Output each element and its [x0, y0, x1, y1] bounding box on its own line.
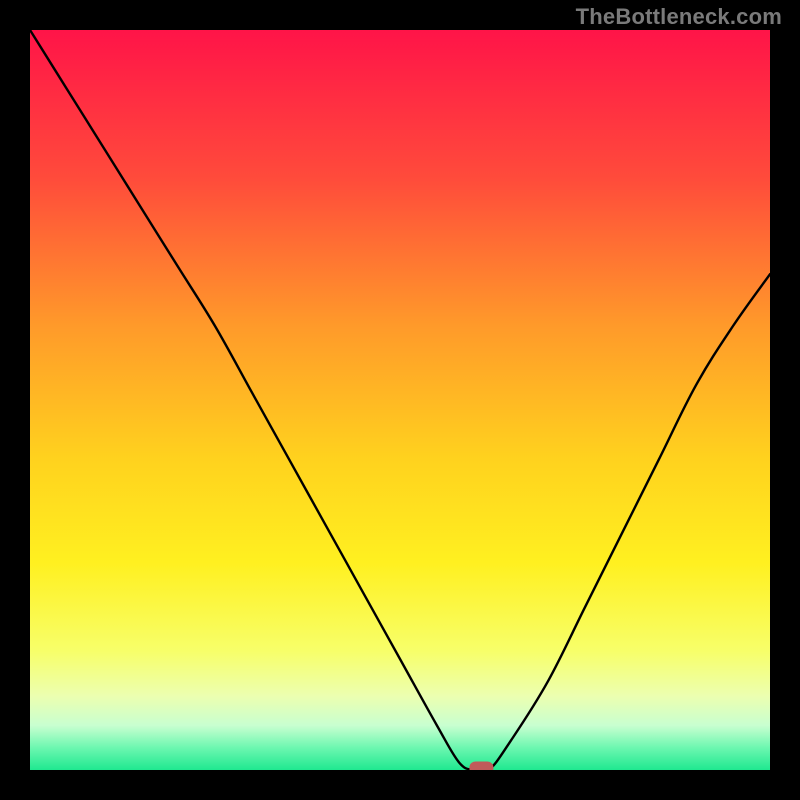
plot-area: [30, 30, 770, 770]
chart-frame: TheBottleneck.com: [0, 0, 800, 800]
watermark-text: TheBottleneck.com: [576, 4, 782, 30]
plot-svg: [30, 30, 770, 770]
optimum-marker: [469, 762, 493, 771]
